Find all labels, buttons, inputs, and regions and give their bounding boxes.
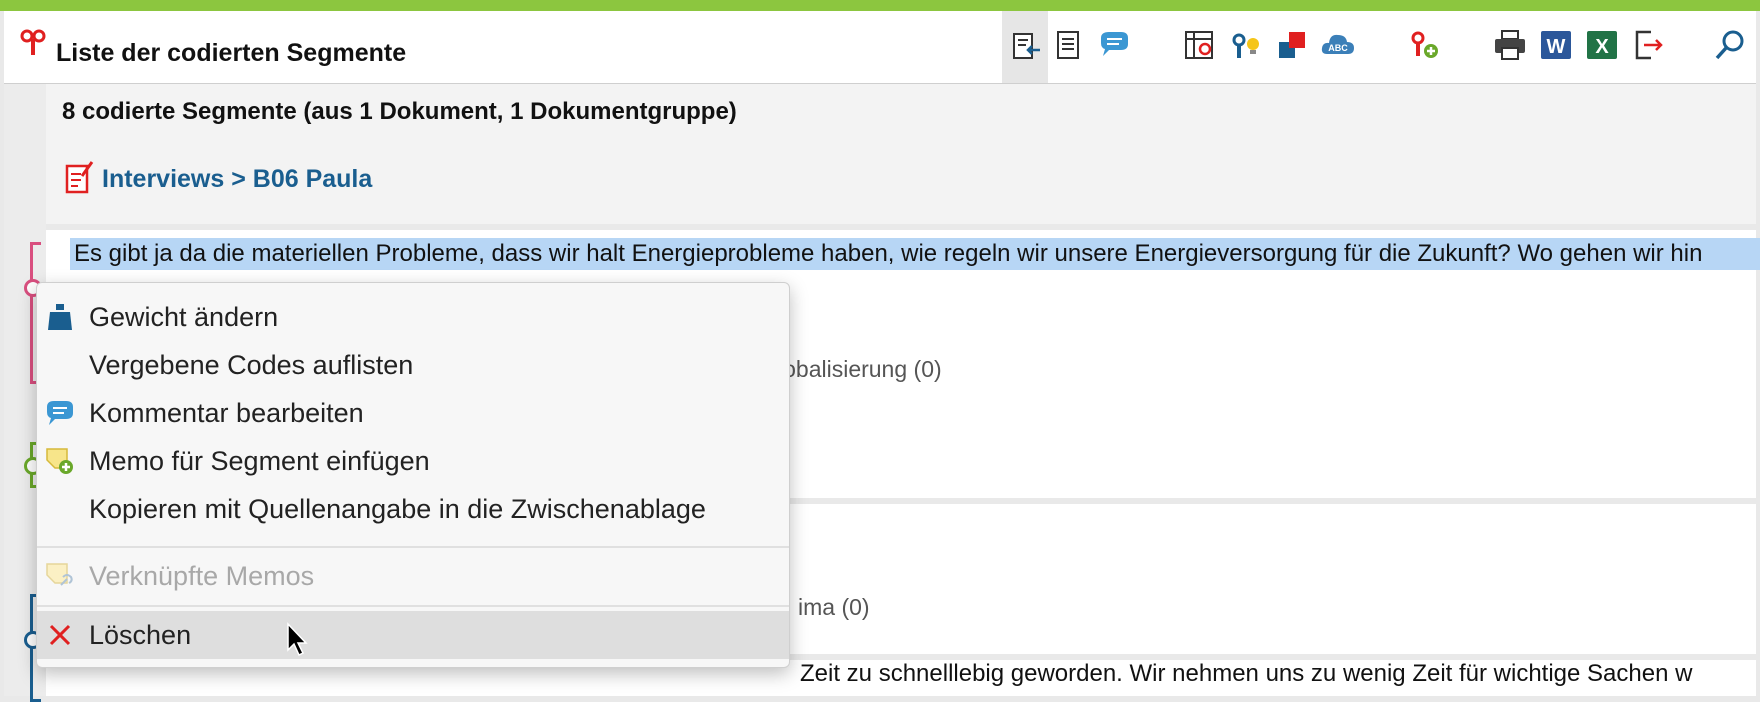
menu-item-list-codes[interactable]: Vergebene Codes auflisten [37,341,789,389]
word-cloud-icon: ABC [1321,34,1354,54]
toolbar-color-squares-button[interactable] [1272,25,1312,65]
mouse-cursor-icon [287,622,308,657]
menu-item-label: Kommentar bearbeiten [89,397,364,428]
comment-icon [45,398,75,428]
export-icon [1635,30,1663,60]
svg-text:W: W [1547,36,1566,58]
menu-item-label: Löschen [89,619,192,650]
delete-icon [45,620,75,650]
accent-bar [0,0,1760,11]
menu-item-delete[interactable]: Löschen [37,611,789,659]
excel-icon: X [1587,31,1617,59]
document-icon [65,161,94,194]
search-icon [1715,30,1744,60]
code-idea-icon [1232,33,1259,58]
print-icon [1495,30,1525,60]
menu-item-insert-memo[interactable]: Memo für Segment einfügen [37,437,789,485]
segment-code-label[interactable]: ima (0) [798,594,870,621]
svg-text:ABC: ABC [1328,43,1348,53]
segment-code-label[interactable]: lobalisierung (0) [778,356,942,383]
toolbar-export-button[interactable] [1628,25,1668,65]
segment-summary: 8 codierte Segmente (aus 1 Dokument, 1 D… [62,98,737,125]
segment-text[interactable]: Es gibt ja da die materiellen Probleme, … [70,238,1760,270]
toolbar-print-button[interactable] [1490,25,1530,65]
window-header: Liste der codierten Segmente ABC W X [4,11,1756,84]
coded-segments-icon [20,29,46,55]
menu-item-edit-comment[interactable]: Kommentar bearbeiten [37,389,789,437]
doc-arrow-icon [1013,33,1040,59]
toolbar-doc-list-button[interactable] [1048,25,1088,65]
doc-list-icon [1057,31,1079,59]
menu-item-copy-with-source[interactable]: Kopieren mit Quellenangabe in die Zwisch… [37,485,789,533]
window-title: Liste der codierten Segmente [56,39,407,67]
menu-item-label: Vergebene Codes auflisten [89,349,414,380]
comment-icon [1101,32,1128,56]
table-codes-icon [1185,31,1213,59]
context-menu: Gewicht ändern Vergebene Codes auflisten… [36,282,790,668]
segment-text[interactable]: Zeit zu schnelllebig geworden. Wir nehme… [800,660,1756,688]
toolbar-code-idea-button[interactable] [1226,25,1266,65]
toolbar-excel-button[interactable]: X [1582,25,1622,65]
menu-item-linked-memos: Verknüpfte Memos [37,552,789,600]
toolbar-table-codes-button[interactable] [1180,25,1220,65]
toolbar-comment-button[interactable] [1094,25,1134,65]
menu-separator [37,546,789,548]
word-icon: W [1541,31,1571,59]
menu-item-label: Memo für Segment einfügen [89,445,430,476]
menu-separator [37,605,789,607]
toolbar: ABC W X [1002,11,1756,83]
toolbar-add-code-button[interactable] [1404,25,1444,65]
summary-panel: 8 codierte Segmente (aus 1 Dokument, 1 D… [46,84,1756,224]
document-path-link[interactable]: Interviews > B06 Paula [102,165,372,194]
memo-add-icon [45,446,75,476]
menu-item-label: Kopieren mit Quellenangabe in die Zwisch… [89,493,706,524]
menu-item-label: Verknüpfte Memos [89,560,315,591]
toolbar-search-button[interactable] [1710,25,1750,65]
weight-icon [45,302,75,332]
toolbar-word-button[interactable]: W [1536,25,1576,65]
color-squares-icon [1279,32,1305,58]
svg-text:X: X [1595,36,1609,58]
toolbar-word-cloud-button[interactable]: ABC [1318,25,1358,65]
memo-link-icon [45,561,75,591]
toolbar-doc-arrow-button[interactable] [1002,11,1048,83]
add-code-icon [1411,31,1438,58]
menu-item-change-weight[interactable]: Gewicht ändern [37,293,789,341]
menu-item-label: Gewicht ändern [89,301,279,332]
